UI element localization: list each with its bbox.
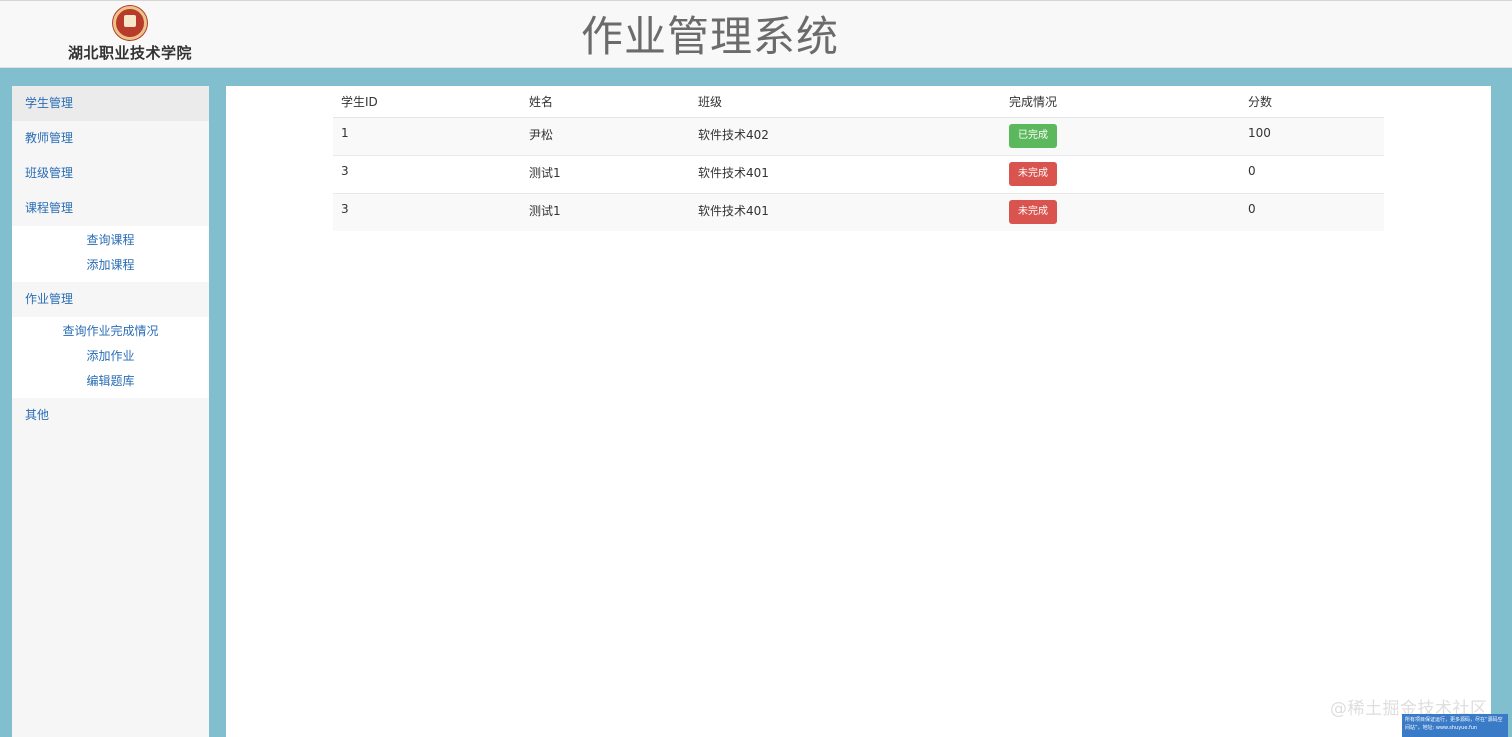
table-row: 1 尹松 软件技术402 已完成 100 [333,116,1384,155]
cell-class: 软件技术402 [690,116,1001,155]
cell-student-id: 3 [333,154,521,193]
sidebar-item-teacher-management[interactable]: 教师管理 [12,121,209,156]
sidebar-item-student-management[interactable]: 学生管理 [12,86,209,121]
submenu-item-query-course[interactable]: 查询课程 [12,228,209,253]
submenu-item-edit-question-bank[interactable]: 编辑题库 [12,369,209,394]
submenu-item-add-homework[interactable]: 添加作业 [12,344,209,369]
cell-name: 测试1 [521,154,690,193]
cell-name: 测试1 [521,192,690,231]
column-header-class: 班级 [690,86,1001,118]
main-panel: 学生ID 姓名 班级 完成情况 分数 1 尹松 软件技术402 已完成 100 … [226,86,1491,737]
sidebar-item-class-management[interactable]: 班级管理 [12,156,209,191]
school-brand: 湖北职业技术学院 [60,6,200,63]
course-submenu: 查询课程 添加课程 [12,226,209,282]
sidebar: 学生管理 教师管理 班级管理 课程管理 查询课程 添加课程 作业管理 查询作业完… [12,86,209,737]
column-header-name: 姓名 [521,86,690,118]
app-header: 湖北职业技术学院 作业管理系统 [0,0,1512,68]
cell-status: 未完成 [1001,192,1240,231]
homework-completion-table: 学生ID 姓名 班级 完成情况 分数 1 尹松 软件技术402 已完成 100 … [333,86,1384,231]
sidebar-item-homework-management[interactable]: 作业管理 [12,282,209,317]
table-row: 3 测试1 软件技术401 未完成 0 [333,154,1384,193]
cell-student-id: 3 [333,192,521,231]
column-header-status: 完成情况 [1001,86,1240,118]
homework-submenu: 查询作业完成情况 添加作业 编辑题库 [12,317,209,398]
table-header-row: 学生ID 姓名 班级 完成情况 分数 [333,86,1384,118]
school-logo [113,6,147,40]
status-badge[interactable]: 已完成 [1009,123,1057,148]
sidebar-item-course-management[interactable]: 课程管理 [12,191,209,226]
status-badge[interactable]: 未完成 [1009,161,1057,186]
table-row: 3 测试1 软件技术401 未完成 0 [333,192,1384,231]
corner-note: 所有项目保证运行，更多源码，尽在“源码空间站”，地址: www.shuyue.f… [1402,714,1508,737]
cell-status: 未完成 [1001,154,1240,193]
column-header-score: 分数 [1240,86,1384,118]
cell-class: 软件技术401 [690,154,1001,193]
column-header-student-id: 学生ID [333,86,521,118]
submenu-item-add-course[interactable]: 添加课程 [12,253,209,278]
submenu-item-query-homework-completion[interactable]: 查询作业完成情况 [12,319,209,344]
cell-status: 已完成 [1001,116,1240,155]
cell-class: 软件技术401 [690,192,1001,231]
cell-student-id: 1 [333,116,521,155]
cell-score: 0 [1240,192,1384,231]
cell-score: 100 [1240,116,1384,155]
sidebar-item-other[interactable]: 其他 [12,398,209,433]
cell-name: 尹松 [521,116,690,155]
cell-score: 0 [1240,154,1384,193]
status-badge[interactable]: 未完成 [1009,199,1057,224]
school-name: 湖北职业技术学院 [67,44,192,62]
page-title: 作业管理系统 [580,12,839,61]
